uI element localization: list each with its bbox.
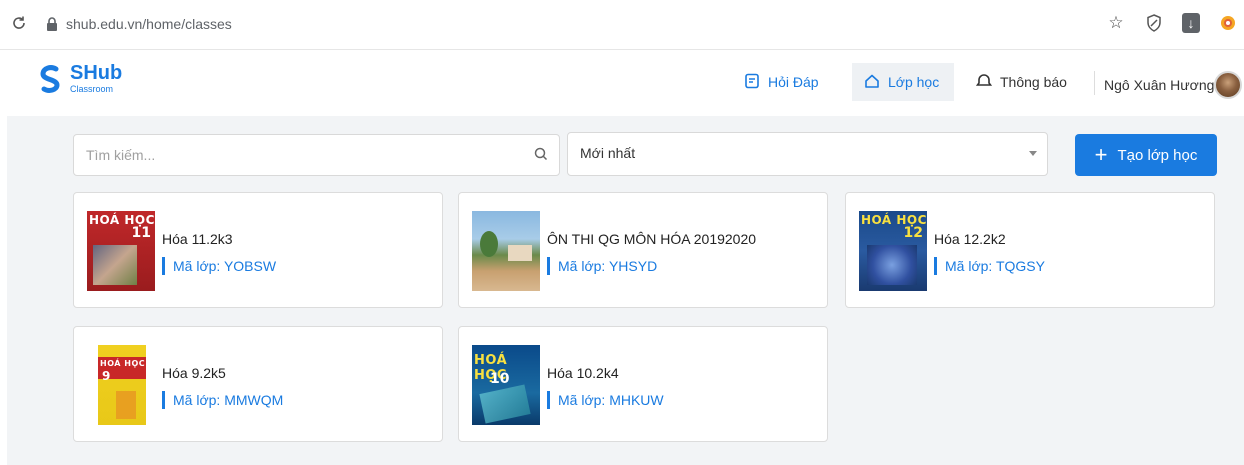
class-title: Hóa 10.2k4: [547, 365, 619, 381]
class-card[interactable]: HOÁ HỌC 11 Hóa 11.2k3 Mã lớp: YOBSW: [73, 192, 443, 308]
class-title: Hóa 11.2k3: [162, 231, 233, 247]
nav-qa-label: Hỏi Đáp: [768, 74, 819, 90]
reload-icon[interactable]: [10, 14, 30, 36]
chevron-down-icon: [1029, 151, 1037, 156]
download-icon[interactable]: ↓: [1182, 13, 1200, 33]
plus-icon: +: [1094, 142, 1108, 167]
nav-notifications[interactable]: Thông báo: [964, 63, 1079, 101]
class-card[interactable]: HOÁ HỌC 10 Hóa 10.2k4 Mã lớp: MHKUW: [458, 326, 828, 442]
logo-subtitle: Classroom: [70, 84, 114, 94]
hoa-hoc-12-book-icon: HOÁ HỌC 12: [859, 211, 927, 291]
class-card[interactable]: HOÁ HỌC 12 Hóa 12.2k2 Mã lớp: TQGSY: [845, 192, 1215, 308]
extension-icon[interactable]: [1218, 12, 1238, 34]
class-title: ÔN THI QG MÔN HÓA 20192020: [547, 231, 757, 247]
shield-icon[interactable]: [1144, 12, 1164, 34]
hoa-hoc-11-book-icon: HOÁ HỌC 11: [87, 211, 155, 291]
bell-icon: [975, 73, 993, 92]
class-code: Mã lớp: TQGSY: [934, 257, 1045, 275]
search-input[interactable]: [74, 135, 514, 175]
search-icon[interactable]: [533, 146, 549, 167]
browser-actions: ☆ ↓: [1106, 12, 1238, 34]
app-header: SHub Classroom Hỏi Đáp Lớp học Thông báo…: [0, 51, 1244, 115]
nav-qa[interactable]: Hỏi Đáp: [732, 63, 831, 101]
user-name[interactable]: Ngô Xuân Hương: [1104, 77, 1214, 93]
home-icon: [864, 73, 880, 92]
create-class-button[interactable]: + Tạo lớp học: [1075, 134, 1217, 176]
lock-icon: [46, 17, 58, 36]
qa-icon: [744, 73, 760, 92]
nav-classes[interactable]: Lớp học: [852, 63, 954, 101]
search-box: [73, 134, 560, 176]
shub-logo-icon: [40, 64, 62, 93]
class-code: Mã lớp: YHSYD: [547, 257, 657, 275]
class-title: Hóa 9.2k5: [162, 365, 226, 381]
create-class-label: Tạo lớp học: [1117, 146, 1198, 164]
classes-content: Mới nhất + Tạo lớp học HOÁ HỌC 11 Hóa 11…: [7, 116, 1244, 465]
class-code: Mã lớp: YOBSW: [162, 257, 276, 275]
header-divider: [1094, 71, 1095, 95]
school-photo-icon: [472, 211, 540, 291]
shub-logo[interactable]: SHub Classroom: [40, 63, 122, 94]
logo-title: SHub: [70, 62, 123, 84]
sort-value: Mới nhất: [580, 145, 636, 161]
browser-toolbar: shub.edu.vn/home/classes ☆ ↓: [0, 0, 1244, 50]
hoa-hoc-9-book-icon: HOÁ HỌC 9: [98, 345, 146, 425]
star-icon[interactable]: ☆: [1106, 12, 1126, 34]
url-text[interactable]: shub.edu.vn/home/classes: [66, 16, 232, 32]
class-code: Mã lớp: MMWQM: [162, 391, 283, 409]
hoa-hoc-10-book-icon: HOÁ HỌC 10: [472, 345, 540, 425]
class-card[interactable]: ÔN THI QG MÔN HÓA 20192020 Mã lớp: YHSYD: [458, 192, 828, 308]
class-code: Mã lớp: MHKUW: [547, 391, 664, 409]
class-title: Hóa 12.2k2: [934, 231, 1006, 247]
nav-notifications-label: Thông báo: [1000, 74, 1067, 90]
sort-select[interactable]: Mới nhất: [567, 132, 1048, 176]
nav-classes-label: Lớp học: [888, 74, 940, 90]
avatar[interactable]: [1214, 71, 1242, 99]
class-card[interactable]: HOÁ HỌC 9 Hóa 9.2k5 Mã lớp: MMWQM: [73, 326, 443, 442]
